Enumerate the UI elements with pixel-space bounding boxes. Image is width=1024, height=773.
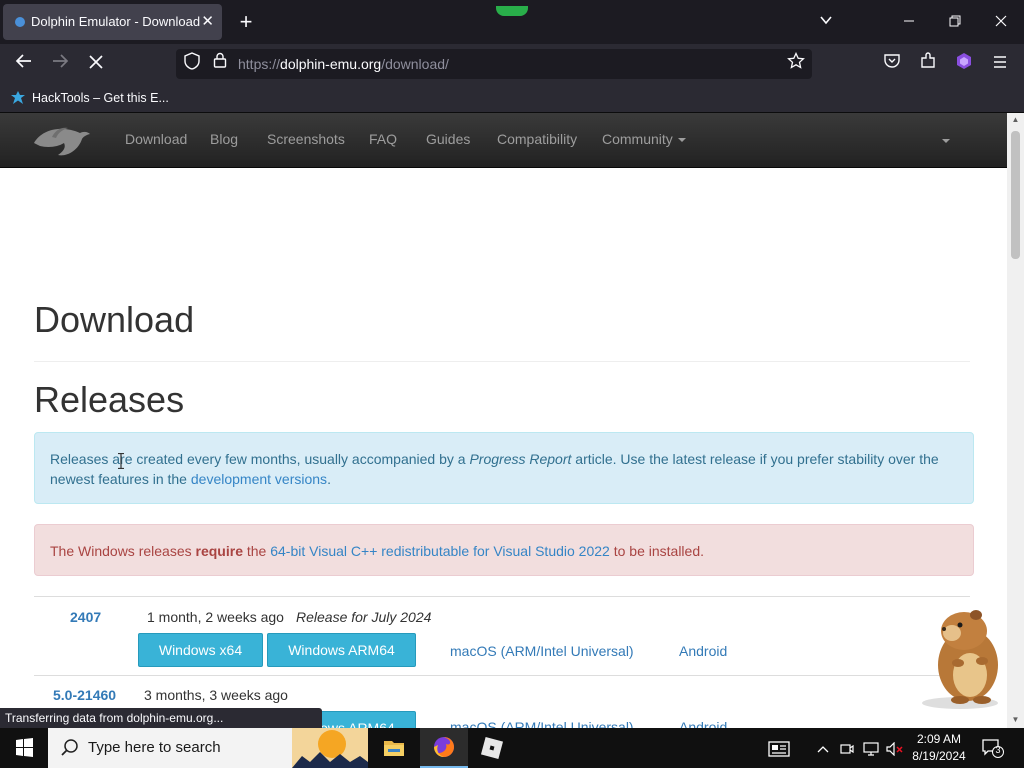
language-dropdown-icon[interactable]: [942, 139, 950, 143]
android-link[interactable]: Android: [679, 643, 727, 659]
close-window-button[interactable]: [978, 0, 1024, 44]
taskbar-search-input[interactable]: Type here to search: [48, 728, 368, 768]
windows-arm64-button[interactable]: Windows ARM64: [267, 633, 416, 667]
browser-toolbar: https://dolphin-emu.org/download/: [0, 44, 1024, 84]
hamster-sticker-icon: [922, 610, 998, 709]
search-icon: [60, 738, 80, 758]
status-bar: Transferring data from dolphin-emu.org..…: [0, 708, 322, 728]
nav-faq[interactable]: FAQ: [369, 113, 397, 167]
info-alert: Releases are created every few months, u…: [34, 432, 974, 504]
search-placeholder: Type here to search: [88, 739, 221, 756]
lock-icon[interactable]: [208, 52, 232, 76]
tab-favicon-icon: [15, 17, 25, 27]
hacktools-icon: [10, 90, 26, 106]
extension-icon[interactable]: [952, 52, 976, 76]
star-icon[interactable]: [784, 51, 808, 76]
tab-close-icon[interactable]: ✕: [201, 4, 214, 40]
windows-x64-button[interactable]: Windows x64: [138, 633, 263, 667]
meet-now-icon[interactable]: [836, 728, 858, 768]
windows-start-icon[interactable]: [0, 728, 48, 768]
menu-icon[interactable]: [988, 52, 1012, 76]
url-text[interactable]: https://dolphin-emu.org/download/: [238, 49, 449, 79]
page-scrollbar[interactable]: ▲ ▼: [1007, 113, 1024, 728]
release-version[interactable]: 5.0-21460: [53, 687, 116, 703]
nav-download[interactable]: Download: [125, 113, 187, 167]
stop-icon[interactable]: [84, 52, 108, 76]
scrollbar-thumb[interactable]: [1011, 131, 1020, 259]
restore-button[interactable]: [932, 0, 978, 44]
chevron-up-icon[interactable]: [812, 728, 834, 768]
nav-community[interactable]: Community: [602, 113, 686, 167]
scroll-down-icon[interactable]: ▼: [1007, 713, 1024, 727]
clock-time: 2:09 AM: [916, 732, 962, 746]
bookmark-label: HackTools – Get this E...: [32, 91, 169, 105]
search-highlight-art-icon: [292, 728, 368, 768]
macos-link[interactable]: macOS (ARM/Intel Universal): [450, 719, 634, 728]
danger-alert: The Windows releases require the 64-bit …: [34, 524, 974, 576]
release-age: 1 month, 2 weeks ago: [147, 609, 284, 625]
taskbar: Type here to search 2:09 AM 8/19/2024 3: [0, 728, 1024, 768]
releases-heading: Releases: [34, 379, 185, 420]
browser-tab[interactable]: Dolphin Emulator - Download ✕: [3, 4, 222, 40]
release-version[interactable]: 2407: [70, 609, 101, 625]
news-widget-icon[interactable]: [762, 728, 796, 768]
pocket-icon[interactable]: [880, 52, 904, 76]
browser-titlebar: Dolphin Emulator - Download ✕ +: [0, 0, 1024, 44]
shield-icon[interactable]: [180, 52, 204, 76]
page-title: Download: [34, 299, 195, 340]
site-navbar: Download Blog Screenshots FAQ Guides Com…: [0, 113, 1007, 168]
new-tab-button[interactable]: +: [234, 6, 258, 38]
nav-screenshots[interactable]: Screenshots: [267, 113, 345, 167]
nav-compatibility[interactable]: Compatibility: [497, 113, 577, 167]
scroll-up-icon[interactable]: ▲: [1007, 113, 1024, 127]
system-clock[interactable]: 2:09 AM 8/19/2024: [904, 731, 974, 765]
release-name: Release for July 2024: [296, 609, 432, 625]
notifications-icon[interactable]: 3: [982, 738, 1004, 758]
theme-ornament-icon: [496, 6, 528, 16]
network-icon[interactable]: [860, 728, 882, 768]
clock-date: 8/19/2024: [912, 749, 966, 763]
bookmark-hacktools[interactable]: HackTools – Get this E...: [10, 84, 169, 112]
roblox-icon[interactable]: [468, 728, 516, 768]
android-link[interactable]: Android: [679, 719, 727, 728]
minimize-button[interactable]: [886, 0, 932, 44]
release-age: 3 months, 3 weeks ago: [144, 687, 288, 703]
nav-guides[interactable]: Guides: [426, 113, 470, 167]
row-divider: [34, 675, 970, 676]
back-icon[interactable]: [12, 52, 36, 76]
extensions-icon[interactable]: [916, 52, 940, 76]
volume-muted-icon[interactable]: [884, 728, 906, 768]
text-cursor-icon: [118, 453, 124, 469]
development-versions-link[interactable]: development versions: [191, 471, 327, 487]
tab-title: Dolphin Emulator - Download: [31, 14, 201, 29]
vcredist-link[interactable]: 64-bit Visual C++ redistributable for Vi…: [270, 543, 610, 559]
url-bar[interactable]: https://dolphin-emu.org/download/: [176, 49, 812, 79]
row-divider: [34, 596, 970, 597]
list-tabs-icon[interactable]: [814, 10, 838, 34]
file-explorer-icon[interactable]: [370, 728, 418, 768]
notification-count: 3: [995, 745, 1001, 755]
macos-link[interactable]: macOS (ARM/Intel Universal): [450, 643, 634, 659]
chevron-down-icon: [677, 138, 686, 143]
forward-icon[interactable]: [48, 52, 72, 76]
firefox-taskbar-icon[interactable]: [420, 728, 468, 768]
nav-blog[interactable]: Blog: [210, 113, 238, 167]
web-page: Download Blog Screenshots FAQ Guides Com…: [0, 113, 1007, 728]
dolphin-logo-icon[interactable]: [30, 121, 92, 159]
bookmarks-bar: HackTools – Get this E...: [0, 84, 1024, 113]
divider: [34, 361, 970, 362]
